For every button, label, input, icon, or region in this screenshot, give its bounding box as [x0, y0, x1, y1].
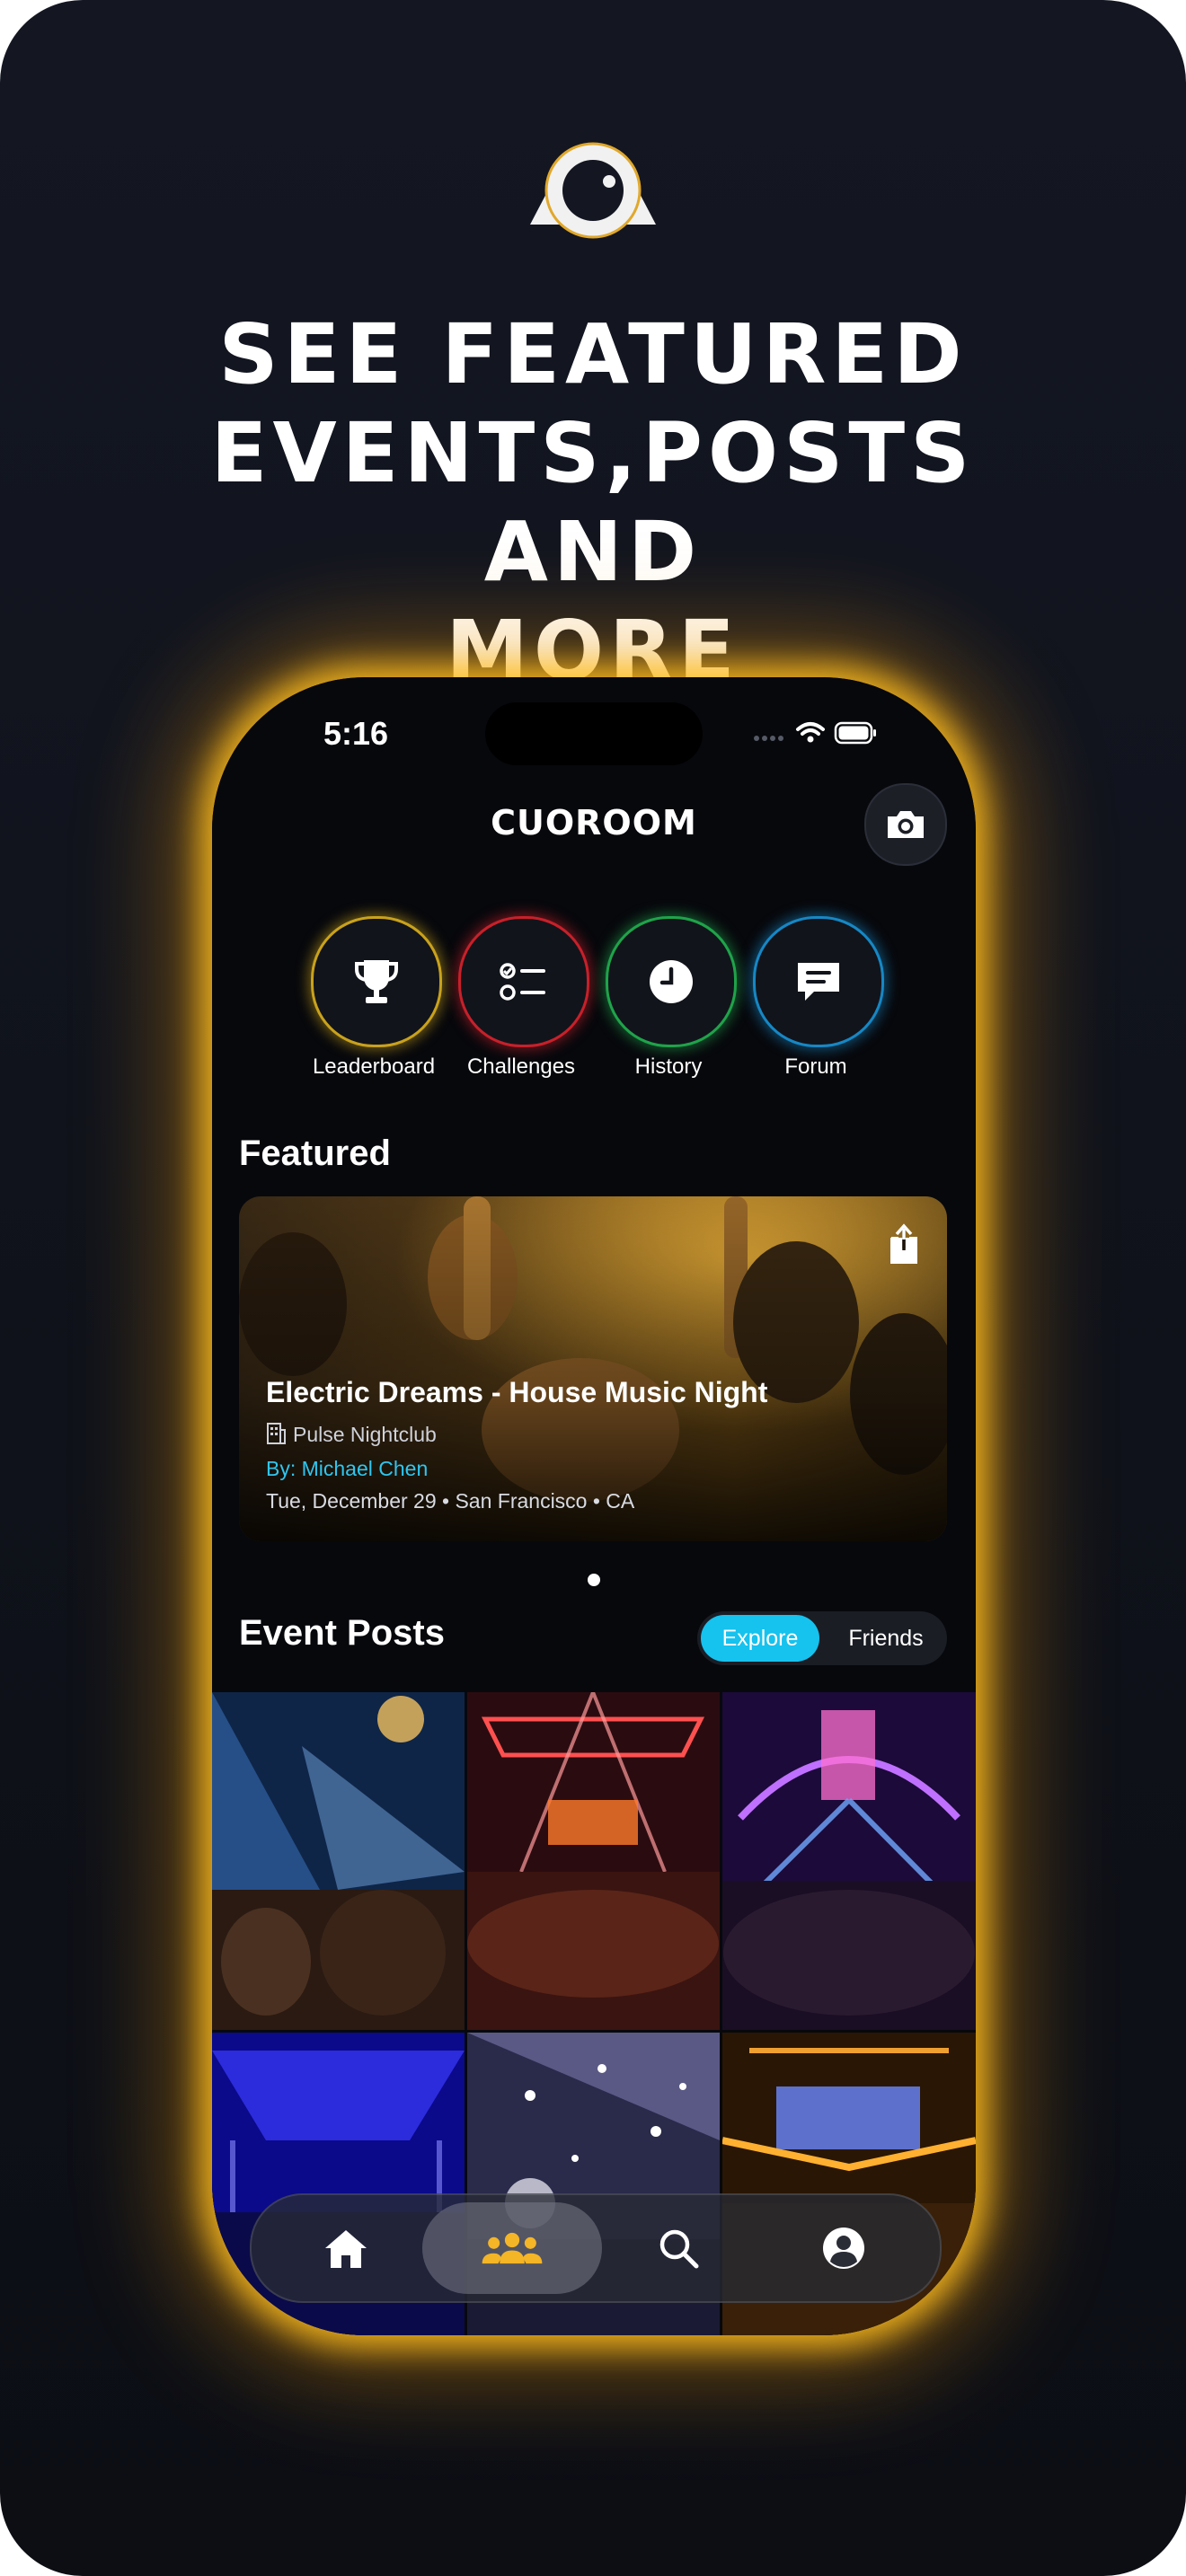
challenges-button[interactable]: [458, 916, 589, 1047]
tab-home[interactable]: [314, 2217, 377, 2280]
chat-icon: [798, 963, 839, 1001]
camera-button[interactable]: [864, 783, 947, 866]
tab-explore[interactable]: Explore: [701, 1615, 819, 1662]
camera-icon: [888, 811, 924, 838]
screen-background: SEE FEATURED EVENTS,POSTS AND MORE 5:16 …: [0, 0, 1186, 2576]
challenges-label: Challenges: [466, 1054, 576, 1079]
phone-frame: 5:16 CUOROOM Leaderboard Challenges Hist…: [212, 677, 976, 2335]
headline-line-1: SEE FEATURED: [218, 306, 968, 402]
share-icon[interactable]: [886, 1223, 922, 1266]
event-post-image: [467, 1692, 720, 2030]
leaderboard-label: Leaderboard: [312, 1054, 436, 1079]
home-icon: [325, 2230, 367, 2268]
featured-event-title: Electric Dreams - House Music Night: [266, 1376, 768, 1408]
event-post-image: [722, 1692, 976, 2030]
wifi-dot: [807, 736, 814, 743]
signal-icon: [754, 736, 783, 741]
event-post-tile[interactable]: [722, 1692, 976, 2030]
carousel-page-indicator: [588, 1574, 600, 1586]
event-post-tile[interactable]: [212, 1692, 465, 2030]
tab-profile[interactable]: [812, 2217, 875, 2280]
tab-friends[interactable]: Friends: [828, 1615, 943, 1662]
trophy-icon: [355, 960, 398, 1003]
featured-event-card[interactable]: Electric Dreams - House Music Night Puls…: [239, 1196, 947, 1541]
clock-icon: [650, 960, 693, 1003]
featured-date: Tue, December 29 • San Francisco • CA: [266, 1489, 635, 1513]
featured-venue: Pulse Nightclub: [266, 1423, 437, 1447]
search-icon: [659, 2229, 699, 2269]
headline: SEE FEATURED EVENTS,POSTS AND MORE: [90, 305, 1096, 701]
featured-section-title: Featured: [239, 1134, 391, 1173]
featured-venue-name: Pulse Nightclub: [293, 1423, 437, 1446]
featured-organizer[interactable]: By: Michael Chen: [266, 1457, 428, 1481]
tab-search[interactable]: [647, 2217, 710, 2280]
app-logo-icon: [530, 142, 656, 239]
status-time: 5:16: [323, 715, 389, 752]
bottom-tab-bar: [250, 2193, 942, 2303]
history-button[interactable]: [606, 916, 737, 1047]
event-posts-section-title: Event Posts: [239, 1613, 445, 1653]
forum-button[interactable]: [753, 916, 884, 1047]
wifi-icon: [796, 722, 825, 736]
forum-label: Forum: [784, 1054, 847, 1079]
checklist-icon: [500, 963, 545, 1001]
history-label: History: [634, 1054, 703, 1079]
event-posts-segmented-control: Explore Friends: [697, 1611, 947, 1665]
tab-community[interactable]: [481, 2217, 544, 2280]
dynamic-island: [485, 702, 703, 765]
community-icon: [482, 2232, 543, 2264]
leaderboard-button[interactable]: [311, 916, 442, 1047]
app-title: CUOROOM: [491, 803, 697, 842]
event-post-tile[interactable]: [467, 1692, 720, 2030]
profile-icon: [823, 2228, 864, 2269]
building-icon: [267, 1423, 286, 1444]
status-icons: [754, 721, 876, 745]
headline-line-2: EVENTS,POSTS AND: [210, 405, 976, 600]
event-post-image: [212, 1692, 465, 2030]
